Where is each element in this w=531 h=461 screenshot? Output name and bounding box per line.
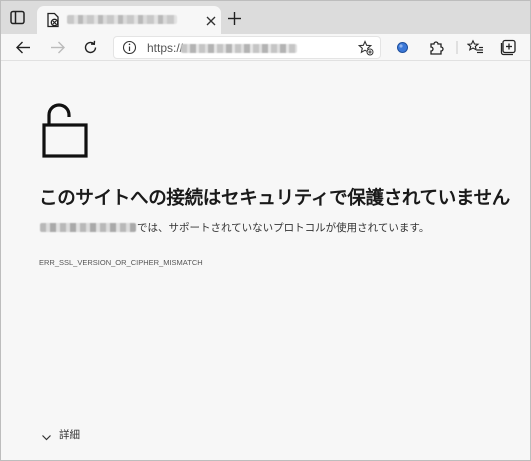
info-icon[interactable] bbox=[122, 40, 137, 55]
forward-icon bbox=[49, 39, 66, 56]
details-label: 詳細 bbox=[59, 429, 80, 441]
refresh-icon[interactable] bbox=[82, 39, 99, 56]
toolbar-divider bbox=[456, 39, 458, 56]
chevron-down-icon bbox=[41, 428, 52, 441]
tab-title-redacted bbox=[67, 15, 177, 24]
error-description: では、サポートされていないプロトコルが使用されています。 bbox=[137, 222, 430, 234]
address-bar[interactable]: https:// bbox=[113, 36, 381, 59]
extensions-puzzle-icon[interactable] bbox=[428, 39, 445, 56]
collections-icon[interactable] bbox=[500, 39, 517, 56]
site-host-redacted bbox=[40, 223, 136, 232]
browser-window: https:// このサイトへの接続はセキュリティで保護されていません では、サ… bbox=[0, 0, 531, 461]
url-host-redacted bbox=[181, 44, 297, 53]
error-heading: このサイトへの接続はセキュリティで保護されていません bbox=[39, 188, 510, 209]
error-code: ERR_SSL_VERSION_OR_CIPHER_MISMATCH bbox=[39, 258, 203, 267]
active-tab[interactable] bbox=[37, 6, 221, 34]
close-icon[interactable] bbox=[204, 13, 218, 27]
favorites-list-icon[interactable] bbox=[466, 39, 484, 56]
tab-actions-icon[interactable] bbox=[9, 9, 26, 26]
page-error-icon bbox=[45, 12, 61, 28]
favorite-star-icon[interactable] bbox=[357, 40, 374, 56]
back-icon[interactable] bbox=[15, 39, 32, 56]
extension-dot-icon[interactable] bbox=[394, 39, 411, 56]
error-page: このサイトへの接続はセキュリティで保護されていません では、サポートされていない… bbox=[1, 62, 530, 460]
navigation-toolbar: https:// bbox=[1, 34, 530, 61]
new-tab-plus-icon[interactable] bbox=[227, 11, 242, 26]
open-lock-icon bbox=[42, 100, 88, 158]
tab-strip bbox=[1, 1, 530, 34]
url-scheme: https:// bbox=[147, 41, 184, 55]
